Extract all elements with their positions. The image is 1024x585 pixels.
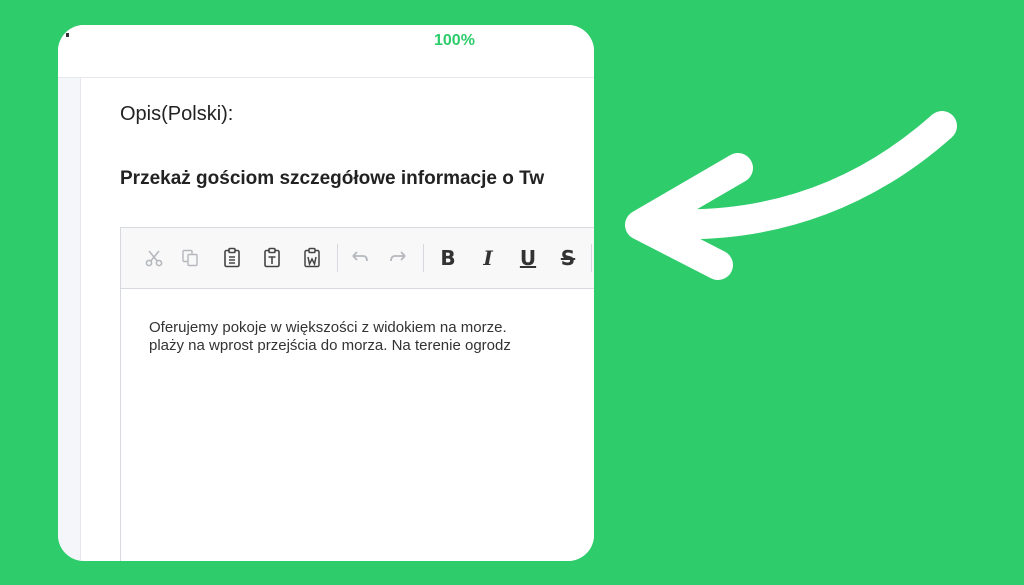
toolbar-separator: [591, 244, 592, 272]
paste-word-icon[interactable]: [299, 245, 325, 271]
content-line: plaży na wprost przejścia do morza. Na t…: [149, 337, 511, 354]
left-rail: [58, 78, 81, 561]
content-line: Oferujemy pokoje w większości z widokiem…: [149, 319, 507, 336]
cut-icon[interactable]: [141, 245, 167, 271]
toolbar-separator: [337, 244, 338, 272]
paste-icon[interactable]: [219, 245, 245, 271]
pointer-arrow-icon: [625, 111, 957, 280]
rich-text-editor[interactable]: B I U S Oferujemy pokoje w większości z …: [120, 227, 594, 561]
redo-icon[interactable]: [385, 245, 411, 271]
description-heading: Przekaż gościom szczegółowe informacje o…: [120, 168, 545, 189]
editor-content[interactable]: Oferujemy pokoje w większości z widokiem…: [149, 319, 594, 355]
paste-text-icon[interactable]: [259, 245, 285, 271]
copy-icon[interactable]: [177, 245, 203, 271]
bold-button[interactable]: B: [435, 245, 461, 271]
underline-button[interactable]: U: [515, 245, 541, 271]
top-bar: 100%: [58, 25, 594, 78]
undo-icon[interactable]: [347, 245, 373, 271]
description-label: Opis(Polski):: [120, 103, 234, 125]
italic-button[interactable]: I: [475, 245, 501, 271]
strikethrough-button[interactable]: S: [555, 245, 581, 271]
progress-label: 100%: [434, 32, 475, 49]
form-card: 100% Opis(Polski): Przekaż gościom szcze…: [58, 25, 594, 561]
cursor-marker: [66, 33, 69, 37]
toolbar-separator: [423, 244, 424, 272]
editor-toolbar: B I U S: [121, 228, 594, 289]
